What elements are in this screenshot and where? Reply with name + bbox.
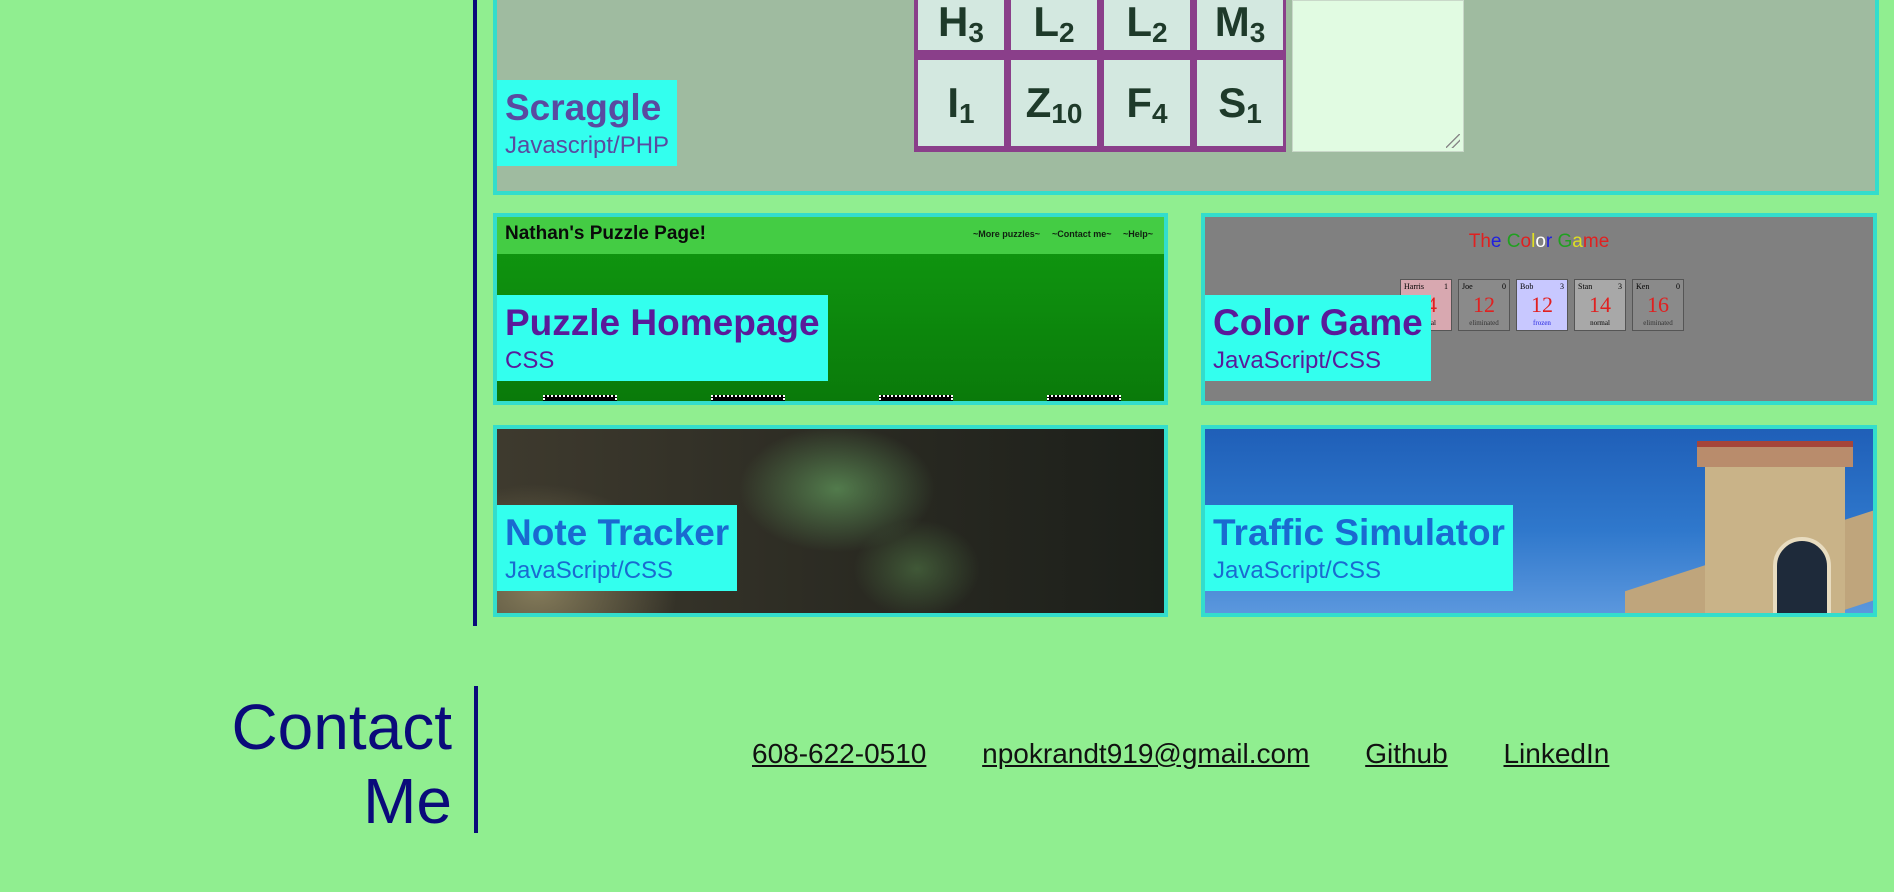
- player-value: 12: [1531, 292, 1553, 317]
- letter-tile: F4: [1104, 60, 1190, 146]
- player-score: 1: [1444, 282, 1448, 291]
- project-tech: Javascript/PHP: [505, 132, 670, 159]
- word-entry-textarea[interactable]: [1292, 0, 1464, 152]
- arched-window-image: [1773, 537, 1831, 613]
- letter-tile: I1: [918, 60, 1004, 146]
- player-card: Ken 0 16 eliminated: [1632, 279, 1684, 331]
- project-label: Color Game JavaScript/CSS: [1205, 295, 1431, 381]
- player-name: Ken: [1636, 282, 1650, 291]
- player-status: normal: [1590, 319, 1610, 327]
- resize-grip-icon[interactable]: [1446, 134, 1460, 148]
- preview-title-letter: C: [1506, 231, 1521, 252]
- preview-title-letter: a: [1572, 231, 1583, 252]
- project-card-note-tracker[interactable]: Note Tracker JavaScript/CSS: [493, 425, 1168, 617]
- preview-nav-item: ~Contact me~: [1052, 229, 1112, 239]
- preview-puzzle-thumb: [879, 395, 953, 401]
- preview-title-letter: o: [1535, 231, 1546, 252]
- preview-nav-item: ~Help~: [1123, 229, 1154, 239]
- preview-title-letter: G: [1557, 231, 1573, 252]
- phone-link[interactable]: 608-622-0510: [752, 738, 926, 769]
- project-tech: JavaScript/CSS: [1213, 557, 1382, 584]
- preview-title-letter: h: [1480, 231, 1491, 252]
- section-divider-line: [473, 0, 477, 626]
- player-card: Joe 0 12 eliminated: [1458, 279, 1510, 331]
- player-name: Stan: [1578, 282, 1593, 291]
- linkedin-link[interactable]: LinkedIn: [1503, 738, 1609, 769]
- preview-puzzle-thumb: [1047, 395, 1121, 401]
- project-title: Scraggle: [505, 87, 662, 128]
- project-label: Traffic Simulator JavaScript/CSS: [1205, 505, 1513, 591]
- player-score: 3: [1618, 282, 1622, 291]
- project-card-scraggle[interactable]: H3 L2 L2 M3 I1 Z10 F4 S1 Scraggle Javasc…: [493, 0, 1879, 195]
- preview-title-letter: T: [1468, 231, 1481, 252]
- contact-heading-line1: Contact: [231, 691, 452, 763]
- project-tech: CSS: [505, 347, 555, 374]
- letter-tile: L2: [1104, 0, 1190, 50]
- project-tech: JavaScript/CSS: [505, 557, 674, 584]
- preview-title-letter: e: [1598, 231, 1610, 252]
- project-tech: JavaScript/CSS: [1213, 347, 1382, 374]
- preview-title: The Color Game: [1205, 231, 1873, 253]
- player-status: eliminated: [1643, 319, 1673, 327]
- preview-puzzle-thumb: [711, 395, 785, 401]
- player-card: Bob 3 12 frozen: [1516, 279, 1568, 331]
- project-label: Scraggle Javascript/PHP: [497, 80, 678, 166]
- project-title: Puzzle Homepage: [505, 302, 820, 343]
- player-status: eliminated: [1469, 319, 1499, 327]
- contact-divider-line: [474, 686, 478, 833]
- project-label: Note Tracker JavaScript/CSS: [497, 505, 738, 591]
- preview-title-letter: m: [1582, 231, 1599, 252]
- letter-tile: Z10: [1011, 60, 1097, 146]
- preview-title: Nathan's Puzzle Page!: [505, 223, 706, 244]
- project-title: Color Game: [1213, 302, 1423, 343]
- player-score: 3: [1560, 282, 1564, 291]
- letter-grid: H3 L2 L2 M3 I1 Z10 F4 S1: [914, 0, 1286, 152]
- project-card-puzzle-homepage[interactable]: Nathan's Puzzle Page! ~More puzzles~ ~Co…: [493, 213, 1168, 405]
- project-card-traffic-simulator[interactable]: Traffic Simulator JavaScript/CSS: [1201, 425, 1877, 617]
- player-value: 14: [1589, 292, 1611, 317]
- player-name: Joe: [1462, 282, 1473, 291]
- email-link[interactable]: npokrandt919@gmail.com: [982, 738, 1309, 769]
- player-status: frozen: [1533, 319, 1551, 327]
- player-score: 0: [1676, 282, 1680, 291]
- github-link[interactable]: Github: [1365, 738, 1448, 769]
- preview-nav-item: ~More puzzles~: [973, 229, 1041, 239]
- letter-tile: M3: [1197, 0, 1283, 50]
- player-score: 0: [1502, 282, 1506, 291]
- player-card: Stan 3 14 normal: [1574, 279, 1626, 331]
- preview-title-letter: o: [1520, 231, 1532, 252]
- contact-heading: Contact Me: [150, 690, 452, 838]
- preview-title-letter: e: [1490, 231, 1502, 252]
- project-title: Note Tracker: [505, 512, 730, 553]
- preview-header: Nathan's Puzzle Page! ~More puzzles~ ~Co…: [497, 217, 1164, 254]
- project-label: Puzzle Homepage CSS: [497, 295, 828, 381]
- letter-tile: S1: [1197, 60, 1283, 146]
- preview-puzzle-thumb: [543, 395, 617, 401]
- player-value: 16: [1647, 292, 1669, 317]
- letter-tile: L2: [1011, 0, 1097, 50]
- tower-battlement-image: [1697, 441, 1853, 467]
- player-value: 12: [1473, 292, 1495, 317]
- contact-links: 608-622-0510 npokrandt919@gmail.com Gith…: [752, 738, 1657, 770]
- letter-tile: H3: [918, 0, 1004, 50]
- contact-heading-line2: Me: [363, 765, 452, 837]
- project-title: Traffic Simulator: [1213, 512, 1505, 553]
- player-name: Harris: [1404, 282, 1424, 291]
- player-name: Bob: [1520, 282, 1534, 291]
- project-card-color-game[interactable]: The Color Game Harris114normalJoe012elim…: [1201, 213, 1877, 405]
